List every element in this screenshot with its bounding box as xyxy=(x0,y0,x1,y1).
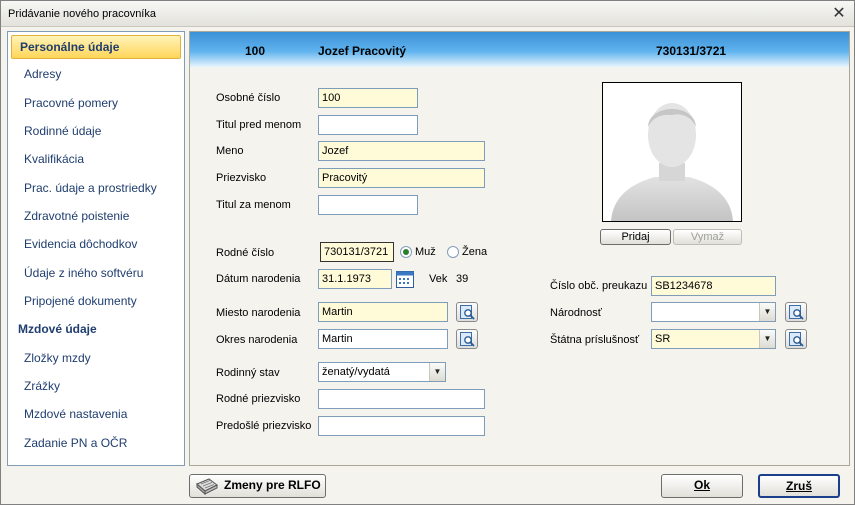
sidebar-item-zlozky-mzdy[interactable]: Zložky mzdy xyxy=(24,348,91,368)
statna-prislusnost-value: SR xyxy=(655,333,671,345)
osobne-cislo-field[interactable]: 100 xyxy=(318,88,418,108)
titul-pred-field[interactable] xyxy=(318,115,418,135)
vek-value: 39 xyxy=(456,273,469,285)
predosle-priezvisko-label: Predošlé priezvisko xyxy=(216,420,312,432)
header-employee-id: 100 xyxy=(245,44,266,58)
sidebar-item-pripojene-dokumenty[interactable]: Pripojené dokumenty xyxy=(24,291,137,311)
narodnost-label: Národnosť xyxy=(550,307,602,319)
okres-lookup-button[interactable] xyxy=(456,329,478,349)
sidebar-item-pracovne-pomery[interactable]: Pracovné pomery xyxy=(24,93,118,113)
sidebar-item-personalne-udaje[interactable]: Personálne údaje xyxy=(11,35,181,59)
chevron-down-icon[interactable]: ▼ xyxy=(429,363,445,381)
meno-field[interactable]: Jozef xyxy=(318,141,485,161)
sidebar-item-adresy[interactable]: Adresy xyxy=(24,64,61,84)
gender-male-label: Muž xyxy=(415,246,436,258)
gender-female-label: Žena xyxy=(462,246,488,258)
miesto-narodenia-label: Miesto narodenia xyxy=(216,307,301,319)
main-panel: 100 Jozef Pracovitý 730131/3721 Osobné č… xyxy=(189,31,850,466)
cislo-preukazu-label: Číslo obč. preukazu xyxy=(550,280,648,292)
datum-narodenia-field[interactable]: 31.1.1973 xyxy=(318,269,392,289)
sidebar-item-zadanie-pn-ocr[interactable]: Zadanie PN a OČR xyxy=(24,433,127,453)
sidebar-item-kvalifikacia[interactable]: Kvalifikácia xyxy=(24,149,84,169)
title-bar: Pridávanie nového pracovníka ✕ xyxy=(1,1,854,27)
vek-label: Vek xyxy=(429,273,448,285)
osobne-cislo-label: Osobné číslo xyxy=(216,92,281,104)
okres-narodenia-field[interactable]: Martin xyxy=(318,329,448,349)
dialog-window: Pridávanie nového pracovníka ✕ Personáln… xyxy=(0,0,855,505)
titul-za-label: Titul za menom xyxy=(216,199,291,211)
meno-label: Meno xyxy=(216,145,244,157)
statna-prislusnost-label: Štátna príslušnosť xyxy=(550,334,640,346)
sidebar-item-zrazky[interactable]: Zrážky xyxy=(24,376,60,396)
predosle-priezvisko-field[interactable] xyxy=(318,416,485,436)
narodnost-lookup-button[interactable] xyxy=(785,302,807,322)
sidebar-item-zdravotne-poistenie[interactable]: Zdravotné poistenie xyxy=(24,206,129,226)
miesto-narodenia-field[interactable]: Martin xyxy=(318,302,448,322)
keyboard-icon xyxy=(196,478,218,496)
ok-button[interactable]: Ok xyxy=(661,474,743,498)
gender-female-radio[interactable] xyxy=(447,246,459,258)
sidebar-item-mzdove-nastavenia[interactable]: Mzdové nastavenia xyxy=(24,404,127,424)
search-icon xyxy=(789,332,804,347)
header-employee-name: Jozef Pracovitý xyxy=(318,44,407,58)
rlfo-changes-button[interactable]: Zmeny pre RLFO xyxy=(189,474,326,498)
rodne-priezvisko-field[interactable] xyxy=(318,389,485,409)
sidebar: Personálne údaje Adresy Pracovné pomery … xyxy=(7,31,185,466)
cislo-preukazu-field[interactable]: SB1234678 xyxy=(651,276,776,296)
sidebar-item-rodinne-udaje[interactable]: Rodinné údaje xyxy=(24,121,101,141)
titul-pred-label: Titul pred menom xyxy=(216,119,302,131)
rodinny-stav-value: ženatý/vydatá xyxy=(322,366,390,378)
rodinny-stav-select[interactable]: ženatý/vydatá ▼ xyxy=(318,362,446,382)
search-icon xyxy=(460,305,475,320)
rodne-cislo-label: Rodné číslo xyxy=(216,247,275,259)
employee-header: 100 Jozef Pracovitý 730131/3721 xyxy=(190,32,849,67)
sidebar-item-udaje-z-ineho-softveru[interactable]: Údaje z iného softvéru xyxy=(24,263,143,283)
gender-male-radio[interactable] xyxy=(400,246,412,258)
photo-add-button[interactable]: Pridaj xyxy=(600,229,671,245)
miesto-lookup-button[interactable] xyxy=(456,302,478,322)
chevron-down-icon[interactable]: ▼ xyxy=(759,330,775,348)
calendar-icon[interactable] xyxy=(395,269,415,289)
cancel-button-label: Zruš xyxy=(785,479,812,493)
photo-remove-button[interactable]: Vymaž xyxy=(673,229,742,245)
priezvisko-label: Priezvisko xyxy=(216,172,267,184)
employee-photo xyxy=(602,82,742,222)
close-icon[interactable]: ✕ xyxy=(830,5,848,23)
statna-prislusnost-lookup-button[interactable] xyxy=(785,329,807,349)
datum-narodenia-label: Dátum narodenia xyxy=(216,273,301,285)
sidebar-item-prac-udaje[interactable]: Prac. údaje a prostriedky xyxy=(24,178,157,198)
header-birth-number: 730131/3721 xyxy=(656,44,727,58)
titul-za-field[interactable] xyxy=(318,195,418,215)
sidebar-section-mzdove-udaje[interactable]: Mzdové údaje xyxy=(18,322,97,336)
cancel-button[interactable]: Zruš xyxy=(758,474,840,498)
search-icon xyxy=(460,332,475,347)
rodne-priezvisko-label: Rodné priezvisko xyxy=(216,393,301,405)
okres-narodenia-label: Okres narodenia xyxy=(216,334,298,346)
rodne-cislo-field[interactable]: 730131/3721 xyxy=(320,242,394,262)
chevron-down-icon[interactable]: ▼ xyxy=(759,303,775,321)
person-silhouette-icon xyxy=(603,83,741,221)
narodnost-select[interactable]: ▼ xyxy=(651,302,776,322)
rlfo-changes-label: Zmeny pre RLFO xyxy=(224,478,321,492)
rodinny-stav-label: Rodinný stav xyxy=(216,367,280,379)
statna-prislusnost-select[interactable]: SR ▼ xyxy=(651,329,776,349)
sidebar-item-evidencia-dochodkov[interactable]: Evidencia dôchodkov xyxy=(24,234,137,254)
search-icon xyxy=(789,305,804,320)
window-title: Pridávanie nového pracovníka xyxy=(8,8,156,20)
ok-button-label: Ok xyxy=(693,478,710,492)
priezvisko-field[interactable]: Pracovitý xyxy=(318,168,485,188)
